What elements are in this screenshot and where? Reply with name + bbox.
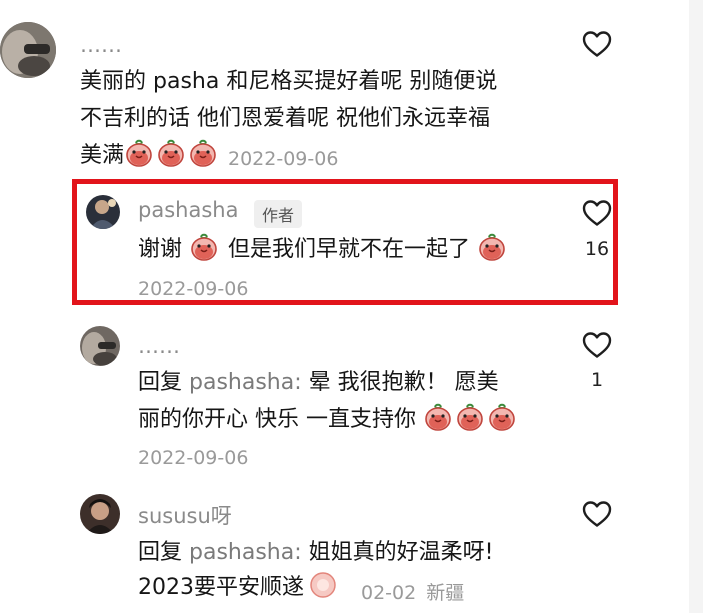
comment-text: 2023要平安顺遂 bbox=[138, 575, 304, 600]
comment-text-line: 美丽的 pasha 和尼格买提好着呢 别随便说 bbox=[80, 69, 498, 94]
sticker-icon bbox=[124, 138, 154, 168]
comment-text-line: 美满 bbox=[80, 138, 220, 172]
comment-date: 2022-09-06 bbox=[228, 148, 339, 170]
comment-text-line: 2023要平安顺遂 bbox=[138, 570, 340, 604]
comment-location: 新疆 bbox=[426, 582, 465, 604]
avatar[interactable] bbox=[86, 195, 120, 229]
sticker-icon bbox=[156, 138, 186, 168]
comment-username[interactable]: sususu呀 bbox=[138, 500, 232, 530]
sticker-icon bbox=[477, 232, 507, 262]
sticker-icon bbox=[188, 138, 218, 168]
comment-text-line: 不吉利的话 他们恩爱着呢 祝他们永远幸福 bbox=[80, 106, 490, 131]
avatar[interactable] bbox=[0, 22, 56, 78]
comment-date: 2022-09-06 bbox=[138, 278, 249, 300]
comment-text: 但是我们早就不在一起了 bbox=[228, 237, 471, 262]
comment-username[interactable]: …… bbox=[80, 33, 122, 57]
reply-prefix: 回复 bbox=[138, 540, 183, 565]
comment-date: 02-02 新疆 bbox=[361, 578, 464, 605]
sticker-icon bbox=[189, 232, 219, 262]
heart-icon[interactable] bbox=[582, 199, 612, 227]
comment-username[interactable]: pashasha bbox=[138, 198, 238, 222]
sticker-icon bbox=[487, 402, 517, 432]
sparkle-sticker-icon bbox=[308, 570, 338, 600]
comment-text: 谢谢 bbox=[138, 237, 183, 262]
comment-text: 丽的你开心 快乐 一直支持你 bbox=[138, 407, 416, 432]
like-count: 1 bbox=[590, 369, 604, 391]
comment-text-line: 回复 pashasha: 姐姐真的好温柔呀! bbox=[138, 536, 493, 569]
sticker-icon bbox=[455, 402, 485, 432]
comment-text: 晕 我很抱歉！ 愿美 bbox=[308, 370, 499, 395]
heart-icon[interactable] bbox=[582, 30, 612, 58]
comment-username[interactable]: …… bbox=[138, 334, 180, 358]
reply-mention[interactable]: pashasha: bbox=[189, 540, 302, 565]
like-count: 16 bbox=[584, 238, 610, 260]
comment-text: 姐姐真的好温柔呀! bbox=[308, 540, 494, 565]
avatar[interactable] bbox=[80, 326, 120, 366]
reply-prefix: 回复 bbox=[138, 370, 183, 395]
avatar[interactable] bbox=[80, 494, 120, 534]
heart-icon[interactable] bbox=[582, 331, 612, 359]
right-edge-border bbox=[689, 0, 703, 613]
reply-mention[interactable]: pashasha: bbox=[189, 370, 302, 395]
comment-date-value: 02-02 bbox=[361, 582, 417, 604]
comment-date: 2022-09-06 bbox=[138, 447, 249, 469]
heart-icon[interactable] bbox=[582, 500, 612, 528]
comment-text: 美满 bbox=[80, 143, 125, 168]
comment-text-line: 回复 pashasha: 晕 我很抱歉！ 愿美 bbox=[138, 366, 499, 399]
comment-text-line: 谢谢 但是我们早就不在一起了 bbox=[138, 232, 509, 266]
author-badge: 作者 bbox=[254, 200, 303, 228]
sticker-icon bbox=[423, 402, 453, 432]
comment-text-line: 丽的你开心 快乐 一直支持你 bbox=[138, 402, 519, 436]
